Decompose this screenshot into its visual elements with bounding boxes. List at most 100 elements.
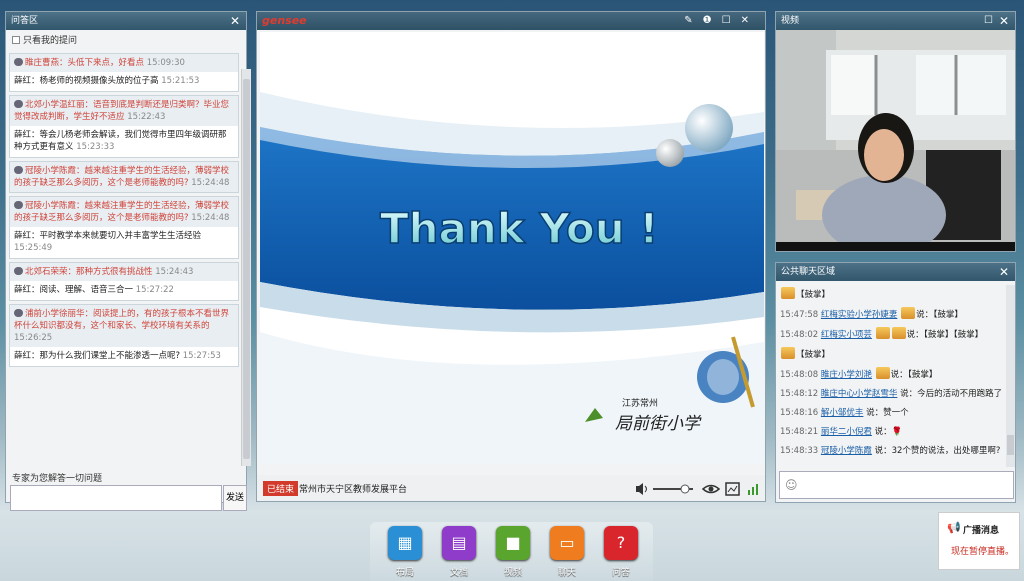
megaphone-icon: 📢 [947, 521, 961, 534]
clap-emoji-icon [781, 287, 795, 299]
chat-message: 【鼓掌】 [780, 287, 1004, 302]
qa-item: 睢庄曹燕：头低下来点，好看点 15:09:30 薛红：杨老师的视频摄像头放的位子高… [9, 53, 239, 92]
scroll-thumb[interactable] [243, 79, 250, 459]
chat-list: 【鼓掌】 15:47:58 红梅实验小学孙婕妻 说：【鼓掌】 15:48:02 红梅… [780, 287, 1004, 467]
chat-title: 公共聊天区域 [781, 267, 836, 277]
chat-message: 【鼓掌】 [780, 347, 1004, 362]
qa-answer: 薛红：平时教学本来就要切入并丰富学生生活经验 15:25:49 [10, 227, 238, 258]
answer-text: 薛红：平时教学本来就要切入并丰富学生生活经验 [14, 231, 202, 241]
dock-button-qa[interactable]: ? 问答 [603, 526, 639, 578]
qa-question: 睢庄曹燕：头低下来点，好看点 15:09:30 [10, 54, 238, 72]
answer-time: 15:27:53 [182, 351, 221, 361]
qa-answer: 薛红：等会儿杨老师会解读，我们觉得市里四年级调研那种方式更有意义 15:23:3… [10, 126, 238, 157]
slide-school-small: 江苏常州 [622, 397, 658, 409]
qa-question: 冠陵小学陈霞：越来越注重学生的生活经验，薄弱学校的孩子缺乏那么多阅历，这个是老师… [10, 162, 238, 192]
only-mine-checkbox[interactable]: 只看我的提问 [6, 30, 246, 52]
qa-item: 冠陵小学陈霞：越来越注重学生的生活经验，薄弱学校的孩子缺乏那么多阅历，这个是老师… [9, 161, 239, 193]
broadcast-title: 广播消息 [963, 526, 1000, 536]
question-input[interactable] [10, 485, 222, 511]
slide-graphic: Thank You ! 江苏常州 局前街小学 [260, 32, 764, 464]
gensee-logo: gensee [262, 14, 307, 27]
volume-slider-knob [680, 484, 690, 494]
chat-message: 15:48:16 解小邹优丰 说：赞一个 [780, 406, 1004, 420]
chat-text: 说：🌹 [874, 427, 903, 437]
chat-time: 15:48:16 [780, 408, 819, 418]
speech-bubble-icon [14, 309, 23, 317]
document-title-bar: gensee ✎❶☐✕ [257, 12, 765, 30]
clap-emoji-icon [901, 307, 916, 319]
chat-scrollbar[interactable] [1006, 285, 1015, 467]
close-icon[interactable]: ✕ [999, 263, 1009, 281]
speech-bubble-icon [14, 267, 23, 275]
chat-username[interactable]: 冠陵小学陈霞 [821, 446, 872, 456]
answer-time: 15:21:53 [161, 76, 200, 86]
qa-icon[interactable]: ? [604, 526, 638, 560]
dock-button-video[interactable]: ■ 视频 [495, 526, 531, 578]
checkbox-box[interactable] [12, 36, 20, 44]
ended-badge: 已结束 [263, 481, 299, 496]
video-icon[interactable]: ■ [496, 526, 530, 560]
clap-emoji-icon [781, 347, 795, 359]
question-text: 北郊石荣荣：那种方式很有挑战性 [25, 267, 153, 277]
chat-message: 15:48:08 睢庄小学刘滟 说：【鼓掌】 [780, 367, 1004, 382]
chat-username[interactable]: 睢庄小学刘滟 [821, 370, 872, 380]
speech-bubble-icon [14, 100, 23, 108]
qa-scrollbar[interactable] [241, 69, 251, 466]
slide-view: Thank You ! 江苏常州 局前街小学 [260, 32, 764, 464]
qa-item: 浦前小学徐丽华：阅读提上的，有的孩子根本不看世界杯什么知识都没有，这个和家长、学… [9, 304, 239, 367]
question-time: 15:24:43 [155, 267, 194, 277]
chat-message: 15:48:21 丽华二小倪君 说：🌹 [780, 425, 1004, 439]
chat-username[interactable]: 丽华二小倪君 [821, 427, 872, 437]
qa-panel: 问答区 ✕ 只看我的提问 睢庄曹燕：头低下来点，好看点 15:09:30 薛红：杨… [5, 11, 251, 511]
qa-question: 冠陵小学陈霞：越来越注重学生的生活经验，薄弱学校的孩子缺乏那么多阅历，这个是老师… [10, 197, 238, 227]
chat-message: 15:48:33 冠陵小学陈霞 说：32个赞的说法，出处哪里啊? [780, 444, 1004, 458]
chat-time: 15:48:08 [780, 370, 819, 380]
question-text: 睢庄曹燕：头低下来点，好看点 [25, 58, 145, 68]
video-title: 视频 [781, 16, 800, 26]
dock-label: 聊天 [557, 568, 576, 578]
chat-icon[interactable]: ▭ [550, 526, 584, 560]
chat-username[interactable]: 红梅实小项芸 [821, 330, 872, 340]
chat-text: 说：【鼓掌】 [916, 310, 963, 320]
only-mine-label: 只看我的提问 [23, 36, 78, 46]
scroll-thumb[interactable] [1007, 435, 1014, 455]
chat-panel: 公共聊天区域 ✕ 【鼓掌】 15:47:58 红梅实验小学孙婕妻 说：【鼓掌】 15… [775, 262, 1016, 503]
chat-text: 【鼓掌】 [796, 290, 831, 300]
chat-input[interactable]: ☺ [779, 471, 1014, 499]
qa-answer: 薛红：那为什么我们课堂上不能渗透一点呢? 15:27:53 [10, 347, 238, 366]
chat-username[interactable]: 睢庄中心小学赵雪华 [821, 389, 898, 399]
broadcast-box: 📢 广播消息 现在暂停直播。 [938, 512, 1020, 570]
close-icon[interactable]: ✕ [741, 15, 759, 26]
question-time: 15:24:48 [191, 213, 230, 223]
question-time: 15:26:25 [14, 333, 53, 343]
dock-label: 文档 [449, 568, 468, 578]
speaker-icon [636, 483, 643, 495]
chat-time: 15:48:12 [780, 389, 819, 399]
qa-answer: 薛红：杨老师的视频摄像头放的位子高 15:21:53 [10, 72, 238, 91]
dock-button-layout[interactable]: ▦ 布局 [387, 526, 423, 578]
close-icon[interactable]: ✕ [230, 12, 240, 30]
chat-message: 15:48:02 红梅实小项芸 说：【鼓掌】【鼓掌】 [780, 327, 1004, 342]
send-button[interactable]: 发送 [223, 485, 247, 511]
qa-item: 北郊石荣荣：那种方式很有挑战性 15:24:43 薛红：阅读、理解、语音三合一 1… [9, 262, 239, 301]
speech-bubble-icon [14, 166, 23, 174]
dock-button-document[interactable]: ▤ 文档 [441, 526, 477, 578]
pen-icon[interactable]: ✎ [684, 15, 702, 26]
document-icon[interactable]: ▤ [442, 526, 476, 560]
alert-icon[interactable]: ❶ [703, 15, 722, 26]
chat-title-bar: 公共聊天区域 ✕ [776, 263, 1015, 281]
dock-label: 视频 [503, 568, 522, 578]
chat-text: 说：32个赞的说法，出处哪里啊? [874, 446, 1001, 456]
qa-question: 北郊小学温红丽：语音到底是判断还是归类啊？毕业您觉得改成判断，学生好不适应 15… [10, 96, 238, 126]
status-bar: 已结束 常州市天宁区教师发展平台 [257, 475, 765, 501]
dock-button-chat[interactable]: ▭ 聊天 [549, 526, 585, 578]
layout-icon[interactable]: ▦ [388, 526, 422, 560]
chat-username[interactable]: 解小邹优丰 [821, 408, 864, 418]
maximize-icon[interactable]: ☐ [984, 12, 993, 30]
chat-username[interactable]: 红梅实验小学孙婕妻 [821, 310, 898, 320]
close-icon[interactable]: ✕ [999, 12, 1009, 30]
chat-time: 15:48:02 [780, 330, 819, 340]
maximize-icon[interactable]: ☐ [722, 15, 741, 26]
qa-item: 北郊小学温红丽：语音到底是判断还是归类啊？毕业您觉得改成判断，学生好不适应 15… [9, 95, 239, 158]
emoji-icon[interactable]: ☺ [785, 478, 798, 492]
